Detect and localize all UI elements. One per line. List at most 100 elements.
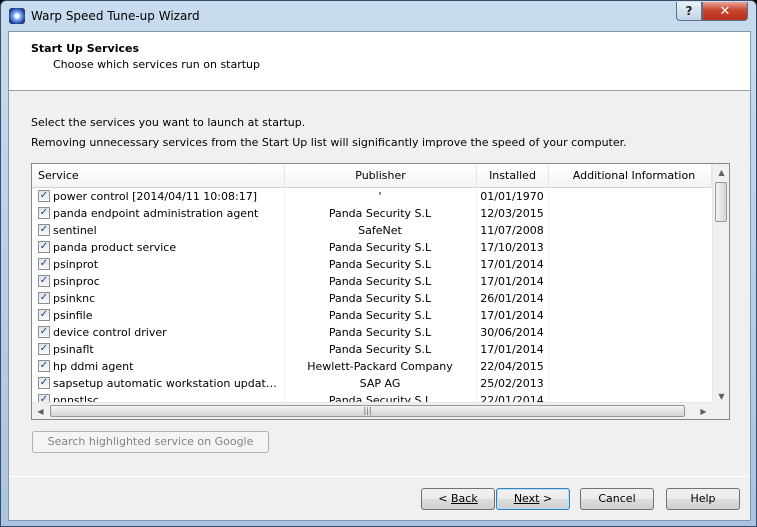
instruction-line-2: Removing unnecessary services from the S… [31, 136, 627, 149]
wizard-window: Warp Speed Tune-up Wizard ? ✕ Start Up S… [0, 0, 757, 527]
service-name: psinaflt [53, 343, 94, 356]
service-additional-info [549, 324, 711, 341]
column-header-additional-info[interactable]: Additional Information [549, 164, 712, 188]
service-additional-info [549, 358, 711, 375]
service-additional-info [549, 222, 711, 239]
table-row[interactable]: ✓ panda product service Panda Security S.L… [32, 239, 712, 256]
service-publisher: Panda Security S.L [328, 275, 432, 288]
service-name: panda product service [53, 241, 177, 254]
table-row[interactable]: ✓ psinfile Panda Security S.L 17/01/2014 [32, 307, 712, 324]
service-name: device control driver [53, 326, 167, 339]
service-checkbox[interactable]: ✓ [38, 224, 50, 236]
service-installed-date: 26/01/2014 [480, 292, 544, 305]
service-installed-date: 12/03/2015 [480, 207, 544, 220]
service-checkbox[interactable]: ✓ [38, 326, 50, 338]
table-row[interactable]: ✓ panda endpoint administration agent Pand… [32, 205, 712, 222]
services-list[interactable]: Service Publisher Installed Additional I… [31, 163, 730, 420]
search-google-button[interactable]: Search highlighted service on Google [32, 431, 269, 453]
service-installed-date: 30/06/2014 [480, 326, 544, 339]
page-title: Start Up Services [31, 42, 140, 55]
service-publisher: Panda Security S.L [328, 343, 432, 356]
table-row[interactable]: ✓ psinproc Panda Security S.L 17/01/2014 [32, 273, 712, 290]
table-row[interactable]: ✓ psinaflt Panda Security S.L 17/01/2014 [32, 341, 712, 358]
help-button[interactable]: Help [666, 488, 740, 510]
list-rows: ✓ power control [2014/04/11 10:08:17] ' 01/… [32, 188, 712, 405]
service-name: psinprot [53, 258, 99, 271]
service-checkbox[interactable]: ✓ [38, 292, 50, 304]
wizard-header: Start Up Services Choose which services … [9, 32, 750, 91]
service-name: sentinel [53, 224, 97, 237]
table-row[interactable]: ✓ hp ddmi agent Hewlett-Packard Company 22/… [32, 358, 712, 375]
scroll-left-icon[interactable]: ◀ [32, 403, 49, 419]
table-row[interactable]: ✓ device control driver Panda Security S.L… [32, 324, 712, 341]
service-installed-date: 17/01/2014 [480, 258, 544, 271]
service-installed-date: 17/01/2014 [480, 309, 544, 322]
service-installed-date: 17/01/2014 [480, 343, 544, 356]
window-title: Warp Speed Tune-up Wizard [31, 9, 200, 23]
service-publisher: Panda Security S.L [328, 309, 432, 322]
service-installed-date: 25/02/2013 [480, 377, 544, 390]
service-name: panda endpoint administration agent [53, 207, 259, 220]
service-publisher: Panda Security S.L [328, 292, 432, 305]
back-button[interactable]: < Back [421, 488, 495, 510]
column-header-installed[interactable]: Installed [477, 164, 549, 188]
back-label: Back [451, 492, 478, 505]
table-row[interactable]: ✓ power control [2014/04/11 10:08:17] ' 01/… [32, 188, 712, 205]
service-additional-info [549, 375, 711, 392]
table-row[interactable]: ✓ sapsetup automatic workstation update s… [32, 375, 712, 392]
service-checkbox[interactable]: ✓ [38, 377, 50, 389]
close-icon[interactable]: ✕ [702, 2, 748, 21]
wizard-client-area: Start Up Services Choose which services … [8, 31, 751, 521]
service-installed-date: 01/01/1970 [480, 190, 544, 203]
service-additional-info [549, 205, 711, 222]
service-additional-info [549, 239, 711, 256]
service-checkbox[interactable]: ✓ [38, 275, 50, 287]
service-name: sapsetup automatic workstation update se… [53, 377, 283, 390]
scroll-right-icon[interactable]: ▶ [695, 403, 712, 419]
column-header-publisher[interactable]: Publisher [285, 164, 477, 188]
service-publisher: Hewlett-Packard Company [307, 360, 453, 373]
vertical-scrollbar[interactable]: ▲ ▼ [712, 164, 729, 405]
horizontal-scrollbar[interactable]: ◀ ||| ▶ [32, 402, 712, 419]
cancel-button[interactable]: Cancel [580, 488, 654, 510]
table-row[interactable]: ✓ psinprot Panda Security S.L 17/01/2014 [32, 256, 712, 273]
service-additional-info [549, 307, 711, 324]
service-publisher: ' [378, 190, 382, 203]
service-publisher: Panda Security S.L [328, 258, 432, 271]
title-help-button[interactable]: ? [676, 2, 702, 21]
horizontal-scroll-thumb[interactable]: ||| [50, 405, 685, 417]
service-checkbox[interactable]: ✓ [38, 309, 50, 321]
service-name: psinproc [53, 275, 100, 288]
service-publisher: SAP AG [359, 377, 401, 390]
service-additional-info [549, 273, 711, 290]
service-publisher: Panda Security S.L [328, 326, 432, 339]
table-row[interactable]: ✓ sentinel SafeNet 11/07/2008 [32, 222, 712, 239]
service-name: psinfile [53, 309, 93, 322]
service-publisher: Panda Security S.L [328, 207, 432, 220]
service-installed-date: 17/01/2014 [480, 275, 544, 288]
service-publisher: Panda Security S.L [328, 241, 432, 254]
service-installed-date: 11/07/2008 [480, 224, 544, 237]
service-publisher: SafeNet [358, 224, 402, 237]
service-checkbox[interactable]: ✓ [38, 343, 50, 355]
next-label: Next [513, 492, 540, 505]
next-button[interactable]: Next > [496, 488, 570, 510]
service-additional-info [549, 341, 711, 358]
service-installed-date: 22/04/2015 [480, 360, 544, 373]
service-checkbox[interactable]: ✓ [38, 241, 50, 253]
column-header-service[interactable]: Service [32, 164, 285, 188]
service-installed-date: 17/10/2013 [480, 241, 544, 254]
scroll-up-icon[interactable]: ▲ [713, 164, 729, 181]
table-row[interactable]: ✓ psinknc Panda Security S.L 26/01/2014 [32, 290, 712, 307]
service-name: hp ddmi agent [53, 360, 134, 373]
instruction-line-1: Select the services you want to launch a… [31, 116, 306, 129]
service-checkbox[interactable]: ✓ [38, 258, 50, 270]
scrollbar-corner [712, 402, 729, 419]
title-bar[interactable]: Warp Speed Tune-up Wizard ? ✕ [1, 1, 756, 31]
vertical-scroll-thumb[interactable] [715, 182, 727, 222]
service-additional-info [549, 290, 711, 307]
list-header: Service Publisher Installed Additional I… [32, 164, 712, 188]
service-checkbox[interactable]: ✓ [38, 360, 50, 372]
service-checkbox[interactable]: ✓ [38, 190, 50, 202]
service-checkbox[interactable]: ✓ [38, 207, 50, 219]
